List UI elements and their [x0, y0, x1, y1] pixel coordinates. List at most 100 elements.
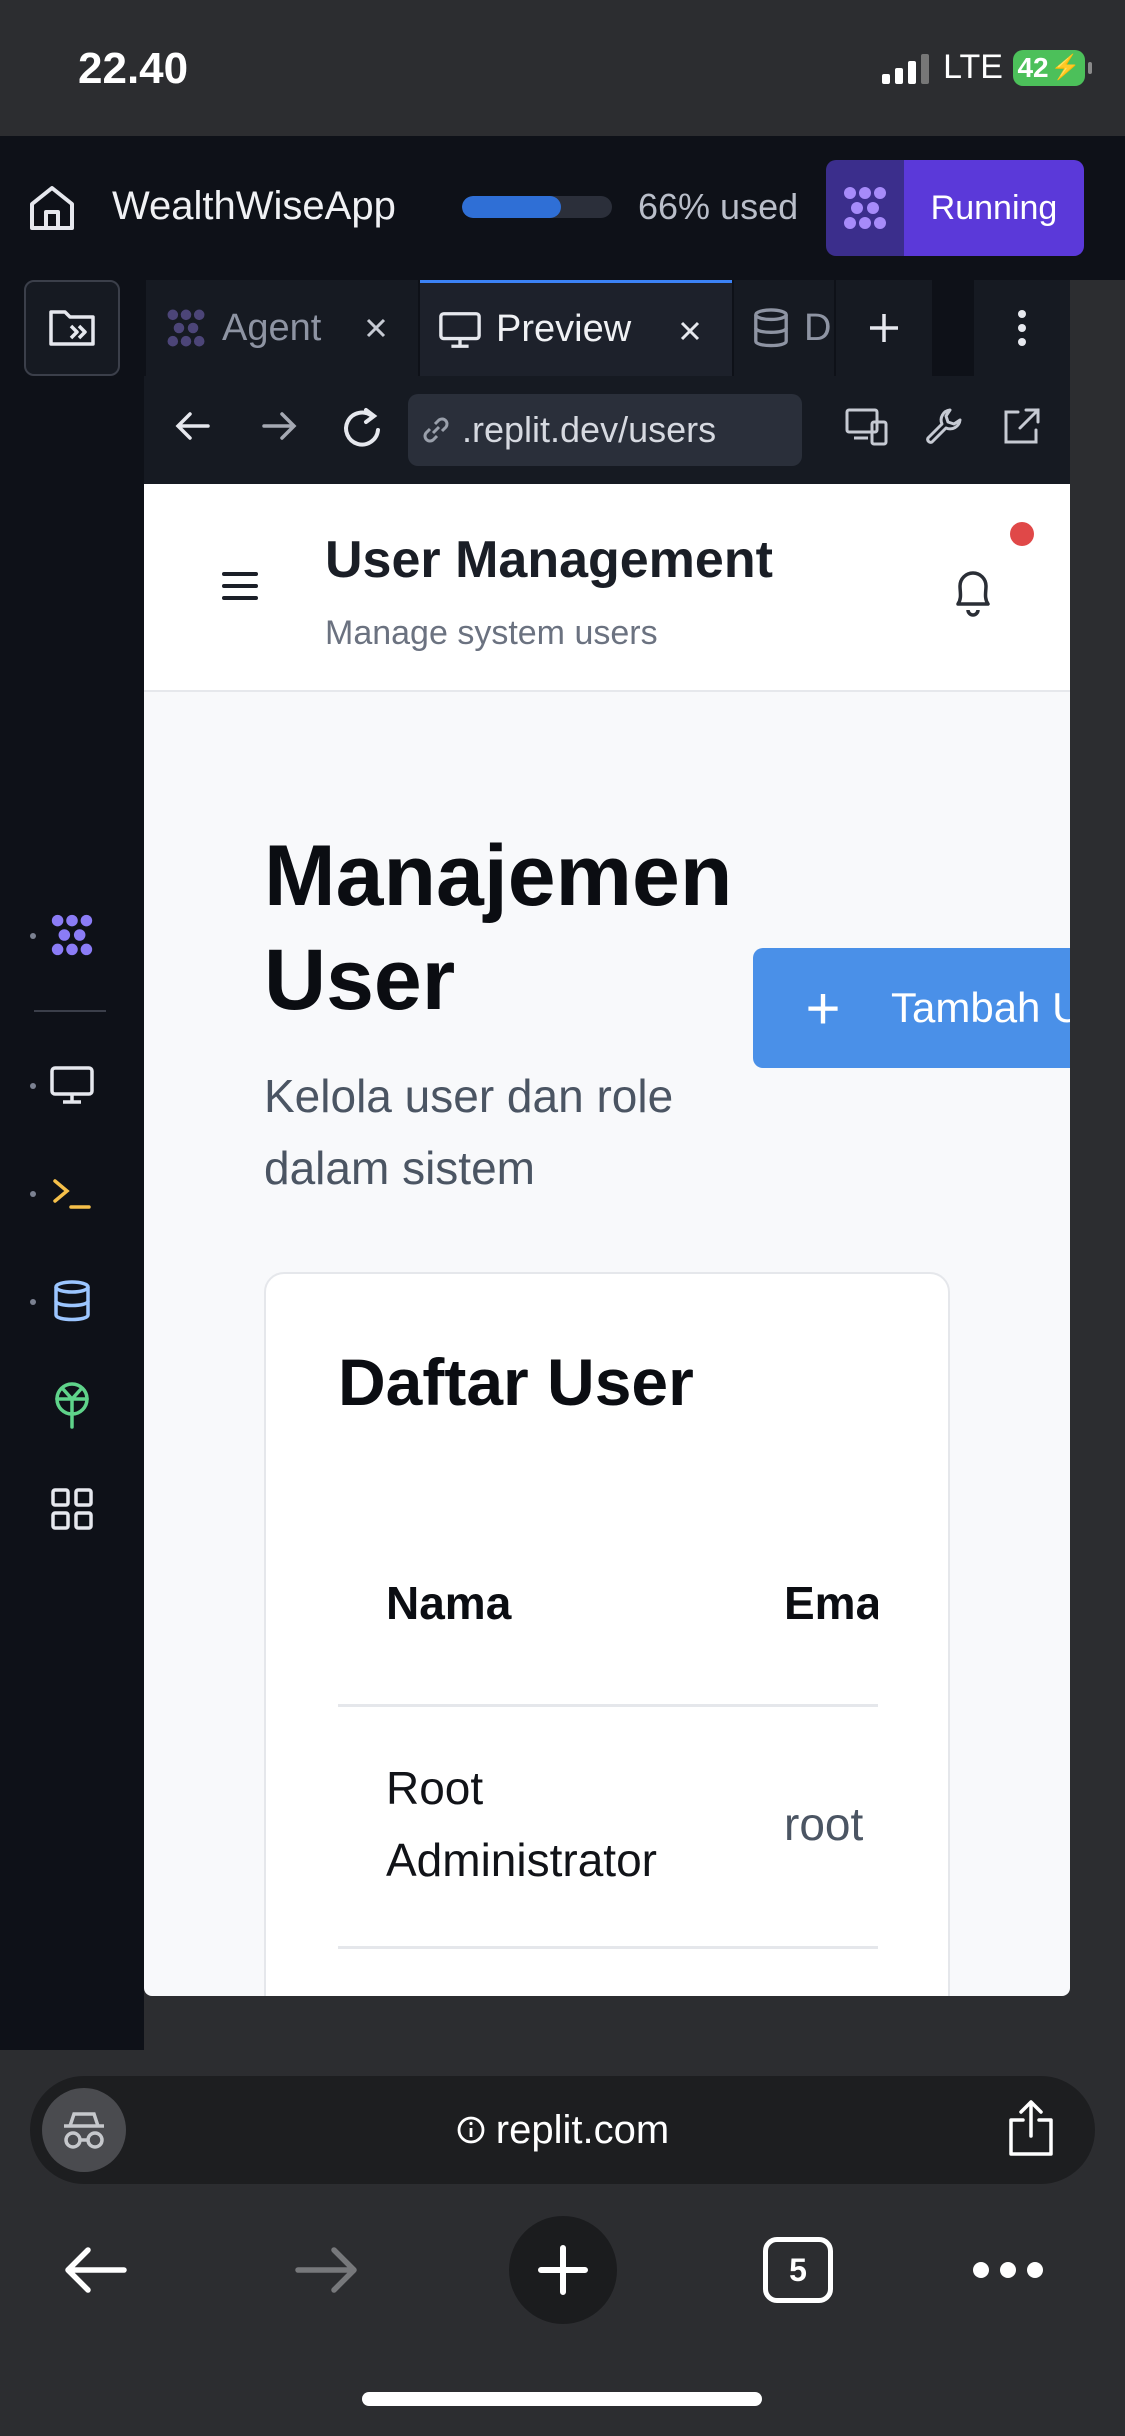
- all-tools-icon: [51, 1488, 93, 1530]
- preview-viewport: User Management Manage system users Mana…: [144, 484, 1070, 1996]
- database-icon: [54, 1280, 90, 1322]
- cell-name-line2: Administrator: [386, 1834, 657, 1886]
- signal-icon: [882, 52, 930, 84]
- status-indicators: LTE 42 ⚡: [882, 48, 1092, 87]
- tab-label: Preview: [496, 308, 632, 350]
- file-explorer-icon[interactable]: [24, 280, 120, 376]
- usage-label[interactable]: 66% used: [638, 186, 798, 228]
- tab-options-button[interactable]: [974, 280, 1070, 376]
- deployments-icon: [55, 1382, 89, 1429]
- more-vertical-icon: [1018, 310, 1026, 346]
- forward-arrow-icon[interactable]: [258, 406, 298, 446]
- rail-indicator: [30, 1191, 36, 1197]
- share-icon[interactable]: [1005, 2098, 1057, 2158]
- running-button[interactable]: Running: [904, 160, 1084, 256]
- plus-icon: [870, 314, 898, 342]
- link-icon: [423, 417, 449, 443]
- agent-icon: [167, 309, 205, 347]
- browser-toolbar: 5: [0, 2200, 1125, 2340]
- workspace-tabs: Agent Preview D: [144, 280, 1070, 376]
- tab-count: 5: [763, 2237, 833, 2303]
- devices-icon[interactable]: [844, 406, 890, 448]
- preview-icon: [50, 1066, 94, 1104]
- network-type: LTE: [943, 48, 1003, 86]
- user-list-card: Daftar User Nama Ema Root Administrator …: [264, 1272, 950, 1996]
- cell-email: root: [784, 1798, 864, 1850]
- close-icon[interactable]: [670, 311, 710, 351]
- rail-item-preview[interactable]: [0, 1050, 144, 1120]
- left-tool-rail: [0, 280, 144, 2050]
- back-arrow-icon: [65, 2247, 127, 2293]
- page-description: Kelola user dan role dalam sistem: [264, 1070, 674, 1194]
- cell-name-line1: Root: [386, 1762, 484, 1814]
- browser-domain-text: replit.com: [495, 2107, 670, 2152]
- browser-forward-button[interactable]: [282, 2200, 372, 2340]
- run-control[interactable]: Running: [826, 160, 1084, 256]
- add-user-label: Tambah U: [891, 984, 1070, 1031]
- rail-item-agent[interactable]: [0, 900, 144, 970]
- rail-item-shell[interactable]: [0, 1158, 144, 1228]
- rail-item-all-tools[interactable]: [0, 1474, 144, 1544]
- preview-icon: [439, 311, 481, 348]
- rail-item-deployments[interactable]: [0, 1370, 144, 1440]
- battery-level: 42: [1017, 51, 1049, 83]
- tab-database[interactable]: D: [734, 280, 834, 376]
- preview-url-bar: .replit.dev/users: [144, 376, 1070, 484]
- devtools-wrench-icon[interactable]: [922, 404, 966, 448]
- tab-preview[interactable]: Preview: [420, 280, 732, 376]
- browser-tabs-button[interactable]: 5: [758, 2200, 838, 2340]
- tab-label: Agent: [222, 306, 322, 349]
- close-icon[interactable]: [356, 308, 396, 348]
- new-tab-button[interactable]: [836, 280, 932, 376]
- column-header-name[interactable]: Nama: [386, 1576, 511, 1630]
- usage-progress-fill: [462, 196, 561, 218]
- card-title: Daftar User: [338, 1345, 694, 1419]
- tab-agent[interactable]: Agent: [146, 280, 418, 376]
- tab-label: D: [804, 306, 832, 349]
- back-arrow-icon[interactable]: [174, 406, 214, 446]
- browser-new-tab-button[interactable]: [508, 2200, 618, 2340]
- plus-icon: +: [805, 974, 841, 1042]
- more-horizontal-icon: [973, 2262, 1043, 2278]
- forward-arrow-icon: [295, 2247, 357, 2293]
- browser-domain[interactable]: replit.com: [30, 2076, 1095, 2184]
- row-divider: [338, 1946, 878, 1949]
- battery-icon: 42 ⚡: [1013, 49, 1092, 86]
- info-icon: [457, 2116, 485, 2144]
- column-header-email[interactable]: Ema: [784, 1576, 878, 1630]
- home-icon[interactable]: [24, 180, 80, 236]
- header-title: User Management: [325, 531, 773, 589]
- agent-icon: [51, 914, 93, 956]
- user-table: Nama Ema Root Administrator root: [338, 1504, 878, 1996]
- usage-progress-bar[interactable]: [462, 196, 612, 218]
- replit-header: WealthWiseApp 66% used Running: [0, 136, 1125, 280]
- shell-icon: [53, 1179, 91, 1209]
- rail-indicator: [30, 933, 36, 939]
- status-bar: 22.40 LTE 42 ⚡: [0, 0, 1125, 136]
- add-user-button[interactable]: + Tambah U: [753, 948, 1070, 1068]
- reload-icon[interactable]: [340, 406, 386, 452]
- bell-icon[interactable]: [950, 566, 996, 618]
- preview-url-text: .replit.dev/users: [462, 409, 717, 450]
- plus-icon: [509, 2216, 617, 2324]
- header-divider: [338, 1704, 878, 1707]
- notification-badge: [1010, 522, 1034, 546]
- browser-address-bar[interactable]: replit.com: [30, 2076, 1095, 2184]
- rail-item-database[interactable]: [0, 1266, 144, 1336]
- browser-more-button[interactable]: [968, 2200, 1048, 2340]
- home-indicator: [362, 2392, 762, 2406]
- header-subtitle: Manage system users: [325, 614, 658, 652]
- rail-divider: [34, 1010, 106, 1012]
- app-header: User Management Manage system users: [144, 484, 1070, 692]
- rail-indicator: [30, 1299, 36, 1305]
- open-external-icon[interactable]: [1000, 404, 1044, 448]
- rail-indicator: [30, 1083, 36, 1089]
- agent-logo-icon: [826, 160, 904, 256]
- preview-url-field[interactable]: .replit.dev/users: [408, 394, 802, 466]
- browser-back-button[interactable]: [50, 2200, 140, 2340]
- menu-icon[interactable]: [222, 572, 258, 600]
- app-name[interactable]: WealthWiseApp: [112, 184, 396, 229]
- page-heading: Manajemen User: [264, 828, 733, 1028]
- database-icon: [754, 308, 788, 348]
- status-time: 22.40: [78, 44, 189, 93]
